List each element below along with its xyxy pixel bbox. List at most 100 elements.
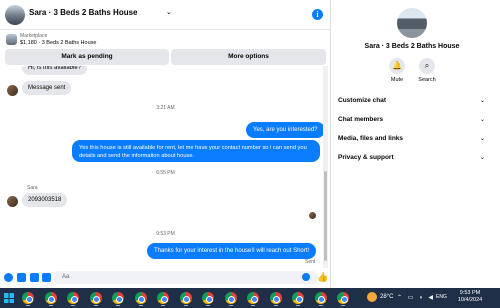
chrome-icon	[224, 292, 237, 304]
timestamp: 3:21 AM	[156, 105, 175, 111]
chrome-taskbar-icon[interactable]	[133, 290, 149, 306]
chrome-icon	[292, 292, 304, 304]
clock-time: 9:53 PM	[459, 290, 481, 296]
emoji-icon[interactable]	[302, 273, 310, 281]
chevron-down-icon: ⌄	[480, 98, 486, 104]
running-indicator	[183, 305, 188, 306]
chrome-taskbar-icon[interactable]	[245, 290, 261, 306]
sticker-icon[interactable]	[30, 273, 39, 282]
chrome-icon	[337, 292, 349, 304]
chrome-taskbar-icon[interactable]	[43, 290, 59, 306]
marketplace-item[interactable]: $1,180 · 3 Beds 2 Baths House	[20, 40, 96, 46]
chrome-taskbar-icon[interactable]	[65, 290, 81, 306]
chrome-taskbar-icon[interactable]	[313, 290, 329, 306]
incoming-message: Hi, is this available?	[22, 66, 88, 75]
chrome-icon	[179, 292, 192, 304]
chrome-taskbar-icon[interactable]	[88, 290, 104, 306]
read-receipt-avatar	[309, 212, 316, 219]
marketplace-thumbnail[interactable]	[6, 34, 17, 45]
search-icon[interactable]: ⌕	[419, 58, 435, 74]
info-icon[interactable]: i	[312, 9, 323, 20]
outgoing-message: Thanks for your interest in the house!I …	[147, 243, 317, 259]
chrome-taskbar-icon[interactable]	[290, 290, 306, 306]
chevron-down-icon[interactable]: ⌄	[166, 8, 172, 16]
row-label: Media, files and links	[338, 135, 404, 142]
conversation-details-panel: Sara · 3 Beds 2 Baths House 🔔 Mute ⌕ Sea…	[332, 0, 500, 288]
clock-date: 10/4/2024	[457, 297, 483, 303]
chrome-icon	[44, 292, 57, 304]
system-tray-icons[interactable]: ⌃ ▭ ◖ ◀	[397, 294, 435, 301]
timestamp: 9:53 PM	[156, 231, 175, 237]
chrome-taskbar-icon[interactable]	[268, 290, 284, 306]
mark-as-pending-button[interactable]: Mark as pending	[5, 49, 169, 65]
running-indicator	[93, 305, 98, 306]
running-indicator	[251, 305, 255, 306]
customize-chat-row[interactable]: Customize chat ⌄	[338, 97, 488, 109]
chat-header: Sara · 3 Beds 2 Baths House ⌄ i	[0, 0, 331, 30]
chrome-taskbar-icon[interactable]	[200, 290, 216, 306]
taskbar: 28°C ⌃ ▭ ◖ ◀ ENG 9:53 PM 10/4/2024	[0, 288, 500, 308]
windows-start-icon[interactable]	[4, 293, 14, 303]
language-indicator[interactable]: ENG	[436, 294, 447, 300]
chrome-taskbar-icon[interactable]	[223, 290, 239, 306]
avatar	[7, 196, 18, 207]
chrome-taskbar-icon[interactable]	[20, 290, 36, 306]
chrome-icon	[134, 292, 147, 304]
gif-icon[interactable]	[42, 273, 51, 282]
chat-members-row[interactable]: Chat members ⌄	[338, 116, 488, 128]
running-indicator	[26, 305, 30, 306]
marketplace-label: Marketplace	[20, 33, 48, 39]
row-label: Chat members	[338, 116, 384, 123]
chrome-icon	[112, 292, 124, 304]
incoming-message: 2093003518	[22, 193, 68, 207]
messenger-window: Sara · 3 Beds 2 Baths House ⌄ i Marketpl…	[0, 0, 500, 288]
chrome-taskbar-icon[interactable]	[110, 290, 126, 306]
running-indicator	[296, 305, 300, 306]
more-options-button[interactable]: More options	[171, 49, 326, 65]
privacy-support-row[interactable]: Privacy & support ⌄	[338, 154, 488, 166]
image-icon[interactable]	[17, 273, 26, 282]
mute-label: Mute	[390, 77, 404, 83]
chrome-icon	[157, 292, 169, 304]
outgoing-message: Yes this house is still available for re…	[72, 140, 320, 162]
running-indicator	[48, 305, 53, 306]
running-indicator	[71, 305, 75, 306]
chrome-icon	[247, 292, 259, 304]
chat-pane: Sara · 3 Beds 2 Baths House ⌄ i Marketpl…	[0, 0, 331, 288]
listing-thumbnail[interactable]	[5, 5, 25, 25]
running-indicator	[116, 305, 120, 306]
chrome-icon	[269, 292, 282, 304]
chrome-taskbar-icon[interactable]	[335, 290, 351, 306]
marketplace-banner: Marketplace $1,180 · 3 Beds 2 Baths Hous…	[0, 31, 331, 69]
chevron-down-icon: ⌄	[480, 155, 486, 161]
bell-icon[interactable]: 🔔	[389, 58, 405, 74]
like-icon[interactable]: 👍	[317, 272, 328, 282]
conversation-photo[interactable]	[397, 8, 427, 38]
chat-title[interactable]: Sara · 3 Beds 2 Baths House	[29, 8, 137, 17]
running-indicator	[206, 305, 210, 306]
media-files-links-row[interactable]: Media, files and links ⌄	[338, 135, 488, 147]
chevron-down-icon: ⌄	[480, 117, 486, 123]
chrome-icon	[22, 292, 34, 304]
message-placeholder: Aa	[62, 274, 70, 280]
avatar	[7, 85, 18, 96]
message-list: Hi, is this available? Message sent 3:21…	[0, 66, 331, 268]
clock[interactable]: 9:53 PM 10/4/2024	[450, 290, 490, 304]
search-label: Search	[418, 77, 436, 83]
running-indicator	[161, 305, 165, 306]
running-indicator	[318, 305, 323, 306]
plus-circle-icon[interactable]	[4, 273, 13, 282]
sent-status: Sent	[305, 259, 316, 265]
timestamp: 6:55 PM	[156, 170, 175, 176]
temperature[interactable]: 28°C	[380, 294, 393, 300]
chrome-taskbar-icon[interactable]	[155, 290, 171, 306]
weather-icon[interactable]	[367, 292, 377, 302]
chrome-icon	[202, 292, 214, 304]
row-label: Privacy & support	[338, 154, 394, 161]
scrollbar-thumb[interactable]	[324, 171, 327, 261]
message-input[interactable]	[53, 271, 318, 284]
running-indicator	[138, 305, 143, 306]
sender-name: Sara	[27, 185, 38, 191]
running-indicator	[341, 305, 345, 306]
chrome-taskbar-icon[interactable]	[178, 290, 194, 306]
